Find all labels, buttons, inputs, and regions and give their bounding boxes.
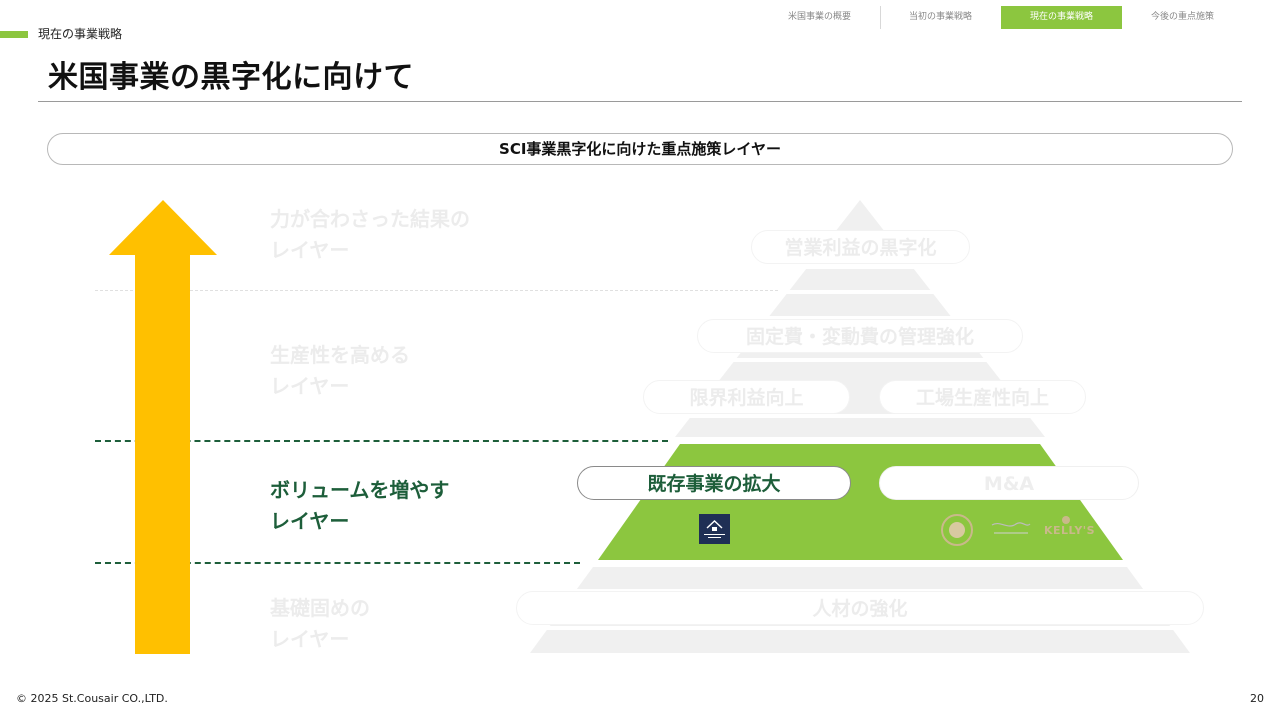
item-existing-business: 既存事業の拡大: [577, 466, 851, 500]
layer-label-line: ボリュームを増やす: [270, 478, 450, 502]
layer-label-line: 基礎固めの: [270, 596, 370, 620]
item-marginal-profit: 限界利益向上: [643, 380, 850, 414]
layer-label-productivity: 生産性を高める レイヤー: [270, 340, 410, 402]
item-talent: 人材の強化: [516, 591, 1204, 625]
kellys-logo-mark: [1062, 516, 1070, 524]
layer-label-line: 力が合わさった結果の: [270, 207, 470, 231]
item-operating-profit: 営業利益の黒字化: [751, 230, 970, 264]
layer-label-line: レイヤー: [270, 238, 350, 262]
layer-label-line: レイヤー: [270, 374, 350, 398]
layer-label-foundation: 基礎固めの レイヤー: [270, 593, 370, 655]
copyright: © 2025 St.Cousair CO.,LTD.: [16, 692, 168, 705]
layer-label-line: レイヤー: [270, 509, 350, 533]
item-factory-productivity: 工場生産性向上: [879, 380, 1086, 414]
item-cost-management: 固定費・変動費の管理強化: [697, 319, 1023, 353]
layer-label-volume: ボリュームを増やす レイヤー: [270, 475, 449, 537]
layer-label-line: 生産性を高める: [270, 343, 410, 367]
layer-label-result: 力が合わさった結果の レイヤー: [270, 204, 470, 266]
kellys-logo: KELLY'S: [1044, 524, 1096, 537]
growth-arrow-icon: [109, 200, 217, 654]
layer-label-line: レイヤー: [270, 627, 350, 651]
item-ma: M&A: [879, 466, 1139, 500]
page-number: 20: [1250, 692, 1264, 705]
pyramid-tier-volume: [598, 444, 1123, 560]
